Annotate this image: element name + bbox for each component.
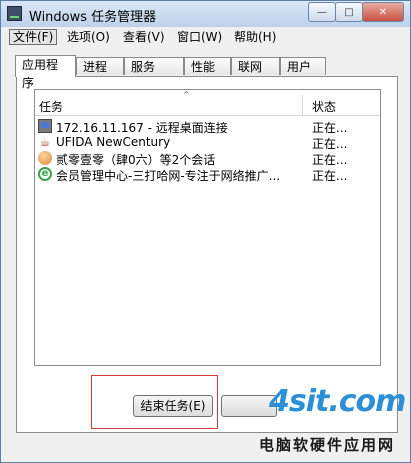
close-button[interactable]: ✕ [362,2,404,22]
column-header-status[interactable]: 状态 [312,98,336,115]
menu-options[interactable]: 选项(O) [64,29,113,45]
tab-services[interactable]: 服务 [124,57,184,75]
tab-users[interactable]: 用户 [280,57,326,75]
task-manager-window: Windows 任务管理器 — □ ✕ 文件(F) 选项(O) 查看(V) 窗口… [0,0,411,463]
window-title: Windows 任务管理器 [29,10,157,25]
menu-window[interactable]: 窗口(W) [174,29,225,45]
maximize-button[interactable]: □ [335,2,363,22]
task-status: 正在... [312,169,348,183]
column-divider[interactable] [302,95,303,115]
table-row[interactable]: ☕ UFIDA NewCentury 正在... [35,134,380,151]
task-manager-icon [7,6,22,21]
window-controls: — □ ✕ [308,2,404,22]
column-header-task[interactable]: 任务 [39,98,63,115]
task-list-header: 任务 状态 [35,95,380,116]
watermark-logo: 4sit.com [269,384,406,419]
watermark-text: 电脑软硬件应用网 [259,436,396,454]
remote-desktop-icon [38,119,52,133]
tab-performance[interactable]: 性能 [184,57,231,75]
table-row[interactable]: e 会员管理中心-三打哈网-专注于网络推广... 正在... [35,166,380,183]
task-name: UFIDA NewCentury [56,135,171,149]
table-row[interactable]: 贰零壹零（肆0六）等2个会话 正在... [35,150,380,167]
title-bar[interactable]: Windows 任务管理器 — □ ✕ [1,1,410,27]
menu-view[interactable]: 查看(V) [120,29,168,45]
menu-help[interactable]: 帮助(H) [231,29,279,45]
qq-icon [38,151,52,165]
tab-applications[interactable]: 应用程序 [15,55,76,90]
menu-file[interactable]: 文件(F) [9,29,58,45]
tab-networking[interactable]: 联网 [231,57,280,75]
task-name: 会员管理中心-三打哈网-专注于网络推广... [56,169,281,183]
table-row[interactable]: 172.16.11.167 - 远程桌面连接 正在... [35,118,380,135]
highlight-box [91,375,218,429]
menu-bar: 文件(F) 选项(O) 查看(V) 窗口(W) 帮助(H) [1,27,410,47]
java-icon: ☕ [39,135,51,149]
tab-processes[interactable]: 进程 [76,57,124,75]
minimize-button[interactable]: — [308,2,336,22]
ie-icon: e [38,167,52,181]
task-list[interactable]: ^ 任务 状态 172.16.11.167 - 远程桌面连接 正在... ☕ U… [34,89,381,366]
